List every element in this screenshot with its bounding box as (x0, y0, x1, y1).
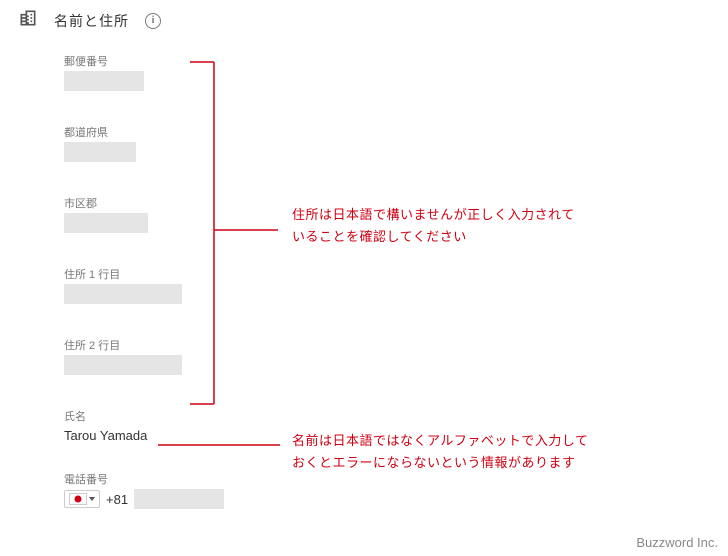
phone-country-code: +81 (106, 492, 128, 507)
chevron-down-icon (89, 497, 95, 501)
address-annotation-text: 住所は日本語で構いませんが正しく入力されて いることを確認してください (292, 204, 632, 248)
prefecture-input[interactable] (64, 142, 136, 162)
address2-field: 住所 2 行目 (64, 337, 728, 380)
section-title: 名前と住所 (54, 11, 129, 31)
city-input[interactable] (64, 213, 148, 233)
flag-jp-icon (69, 493, 87, 505)
prefecture-label: 都道府県 (64, 124, 728, 140)
address1-label: 住所 1 行目 (64, 266, 728, 282)
address1-input[interactable] (64, 284, 182, 304)
postal-label: 郵便番号 (64, 53, 728, 69)
name-label: 氏名 (64, 408, 728, 424)
watermark: Buzzword Inc. (636, 535, 718, 550)
phone-field: 電話番号 +81 (64, 471, 728, 509)
business-icon (18, 8, 38, 33)
phone-input[interactable] (134, 489, 224, 509)
name-annotation-text: 名前は日本語ではなくアルファベットで入力して おくとエラーにならないという情報が… (292, 430, 652, 474)
postal-input[interactable] (64, 71, 144, 91)
prefecture-field: 都道府県 (64, 124, 728, 167)
address2-label: 住所 2 行目 (64, 337, 728, 353)
info-icon[interactable]: i (145, 13, 161, 29)
address2-input[interactable] (64, 355, 182, 375)
country-flag-dropdown[interactable] (64, 490, 100, 508)
postal-field: 郵便番号 (64, 53, 728, 96)
address1-field: 住所 1 行目 (64, 266, 728, 309)
